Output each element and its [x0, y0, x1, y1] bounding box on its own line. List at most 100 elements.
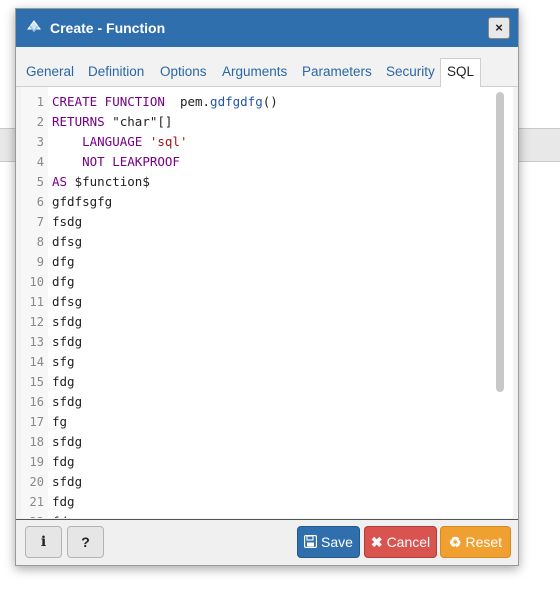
code-line: 7 fsdg	[21, 212, 491, 232]
save-label: Save	[321, 534, 353, 550]
code-text: dfsg	[52, 232, 82, 252]
code-line: 22 fdg	[21, 512, 491, 518]
code-token: RETURNS	[52, 114, 105, 129]
dialog-footer: i ? Save ✖ Cancel ♻ Reset	[16, 519, 518, 565]
line-number: 17	[29, 415, 44, 429]
info-button[interactable]: i	[25, 526, 62, 558]
code-token: fsdg	[52, 214, 83, 229]
code-text: fdg	[52, 452, 75, 472]
code-token: dfg	[52, 254, 75, 269]
code-line: 17 fg	[21, 412, 491, 432]
line-number: 19	[29, 455, 44, 469]
code-token: dfsg	[52, 234, 83, 249]
line-number: 20	[29, 475, 44, 489]
close-x-icon: ✖	[370, 534, 383, 550]
reset-label: Reset	[465, 534, 503, 550]
line-number: 9	[36, 255, 44, 269]
code-token: sfdg	[52, 434, 83, 449]
code-token: fdg	[52, 494, 75, 509]
code-text: sfdg	[52, 472, 82, 492]
code-text: fsdg	[52, 212, 82, 232]
code-token: fdg	[52, 514, 75, 518]
code-lines: 1 CREATE FUNCTION pem.gdfgdfg() 2 RETURNS "…	[21, 92, 491, 518]
reset-button[interactable]: ♻ Reset	[440, 526, 511, 558]
tab-sql[interactable]: SQL	[440, 58, 482, 88]
code-token: CREATE FUNCTION	[52, 94, 165, 109]
code-line: 12 sfdg	[21, 312, 491, 332]
code-text: sfdg	[52, 432, 82, 452]
tab-definition[interactable]: Definition	[82, 59, 150, 86]
create-function-dialog: Create - Function × General Definition O…	[15, 8, 519, 566]
code-text: AS $function$	[52, 172, 150, 192]
code-line: 3 LANGUAGE 'sql'	[21, 132, 491, 152]
code-token: sfdg	[52, 314, 83, 329]
code-token: sfdg	[52, 394, 83, 409]
line-number: 16	[29, 395, 44, 409]
code-token: gdfgdfg	[210, 94, 263, 109]
code-token: fg	[52, 414, 68, 429]
line-number: 1	[36, 95, 44, 109]
code-token: NOT LEAKPROOF	[82, 154, 180, 169]
code-token: gfdfsgfg	[52, 194, 113, 209]
code-line: 14 sfg	[21, 352, 491, 372]
line-number: 2	[36, 115, 44, 129]
tab-arguments[interactable]: Arguments	[216, 59, 293, 86]
code-text: dfg	[52, 272, 75, 292]
code-text: dfsg	[52, 292, 82, 312]
function-icon	[25, 17, 43, 35]
code-token: sfg	[52, 354, 75, 369]
code-token: ()	[262, 94, 278, 109]
code-text: gfdfsgfg	[52, 192, 112, 212]
code-token: pem.	[164, 94, 211, 109]
code-line: 15 fdg	[21, 372, 491, 392]
line-number: 5	[36, 175, 44, 189]
code-line: 18 sfdg	[21, 432, 491, 452]
line-number: 21	[29, 495, 44, 509]
code-token: fdg	[52, 374, 75, 389]
code-line: 5 AS $function$	[21, 172, 491, 192]
line-number: 8	[36, 235, 44, 249]
dialog-titlebar[interactable]: Create - Function ×	[16, 9, 518, 47]
line-number: 12	[29, 315, 44, 329]
close-button[interactable]: ×	[488, 17, 510, 39]
line-number: 14	[29, 355, 44, 369]
code-line: 20 sfdg	[21, 472, 491, 492]
line-number: 6	[36, 195, 44, 209]
code-token: fdg	[52, 454, 75, 469]
help-button[interactable]: ?	[67, 526, 104, 558]
code-token: "char"[]	[104, 114, 173, 129]
code-line: 21 fdg	[21, 492, 491, 512]
line-number: 3	[36, 135, 44, 149]
code-text: sfdg	[52, 332, 82, 352]
code-text: sfdg	[52, 312, 82, 332]
code-text: fg	[52, 412, 67, 432]
code-token: sfdg	[52, 474, 83, 489]
tab-bar: General Definition Options Arguments Par…	[16, 54, 518, 88]
code-text: fdg	[52, 492, 75, 512]
line-number: 10	[29, 275, 44, 289]
code-token: sfdg	[52, 334, 83, 349]
line-number: 22	[21, 512, 44, 518]
line-number: 4	[36, 155, 44, 169]
cancel-button[interactable]: ✖ Cancel	[364, 526, 437, 558]
code-text: CREATE FUNCTION pem.gdfgdfg()	[52, 92, 278, 112]
line-number: 7	[36, 215, 44, 229]
code-line: 4 NOT LEAKPROOF	[21, 152, 491, 172]
code-text: LANGUAGE 'sql'	[52, 132, 187, 152]
editor-scrollbar-thumb[interactable]	[496, 92, 504, 392]
tab-security[interactable]: Security	[380, 59, 441, 86]
tab-general[interactable]: General	[20, 59, 80, 86]
sql-code-editor[interactable]: 1 CREATE FUNCTION pem.gdfgdfg() 2 RETURNS "…	[21, 87, 513, 518]
line-number: 13	[29, 335, 44, 349]
tab-parameters[interactable]: Parameters	[296, 59, 378, 86]
line-number: 18	[29, 435, 44, 449]
recycle-icon: ♻	[448, 534, 462, 550]
code-token: LANGUAGE	[82, 134, 143, 149]
tab-options[interactable]: Options	[154, 59, 213, 86]
dialog-title: Create - Function	[50, 20, 166, 36]
code-token: dfg	[52, 274, 75, 289]
save-button[interactable]: Save	[297, 526, 360, 558]
